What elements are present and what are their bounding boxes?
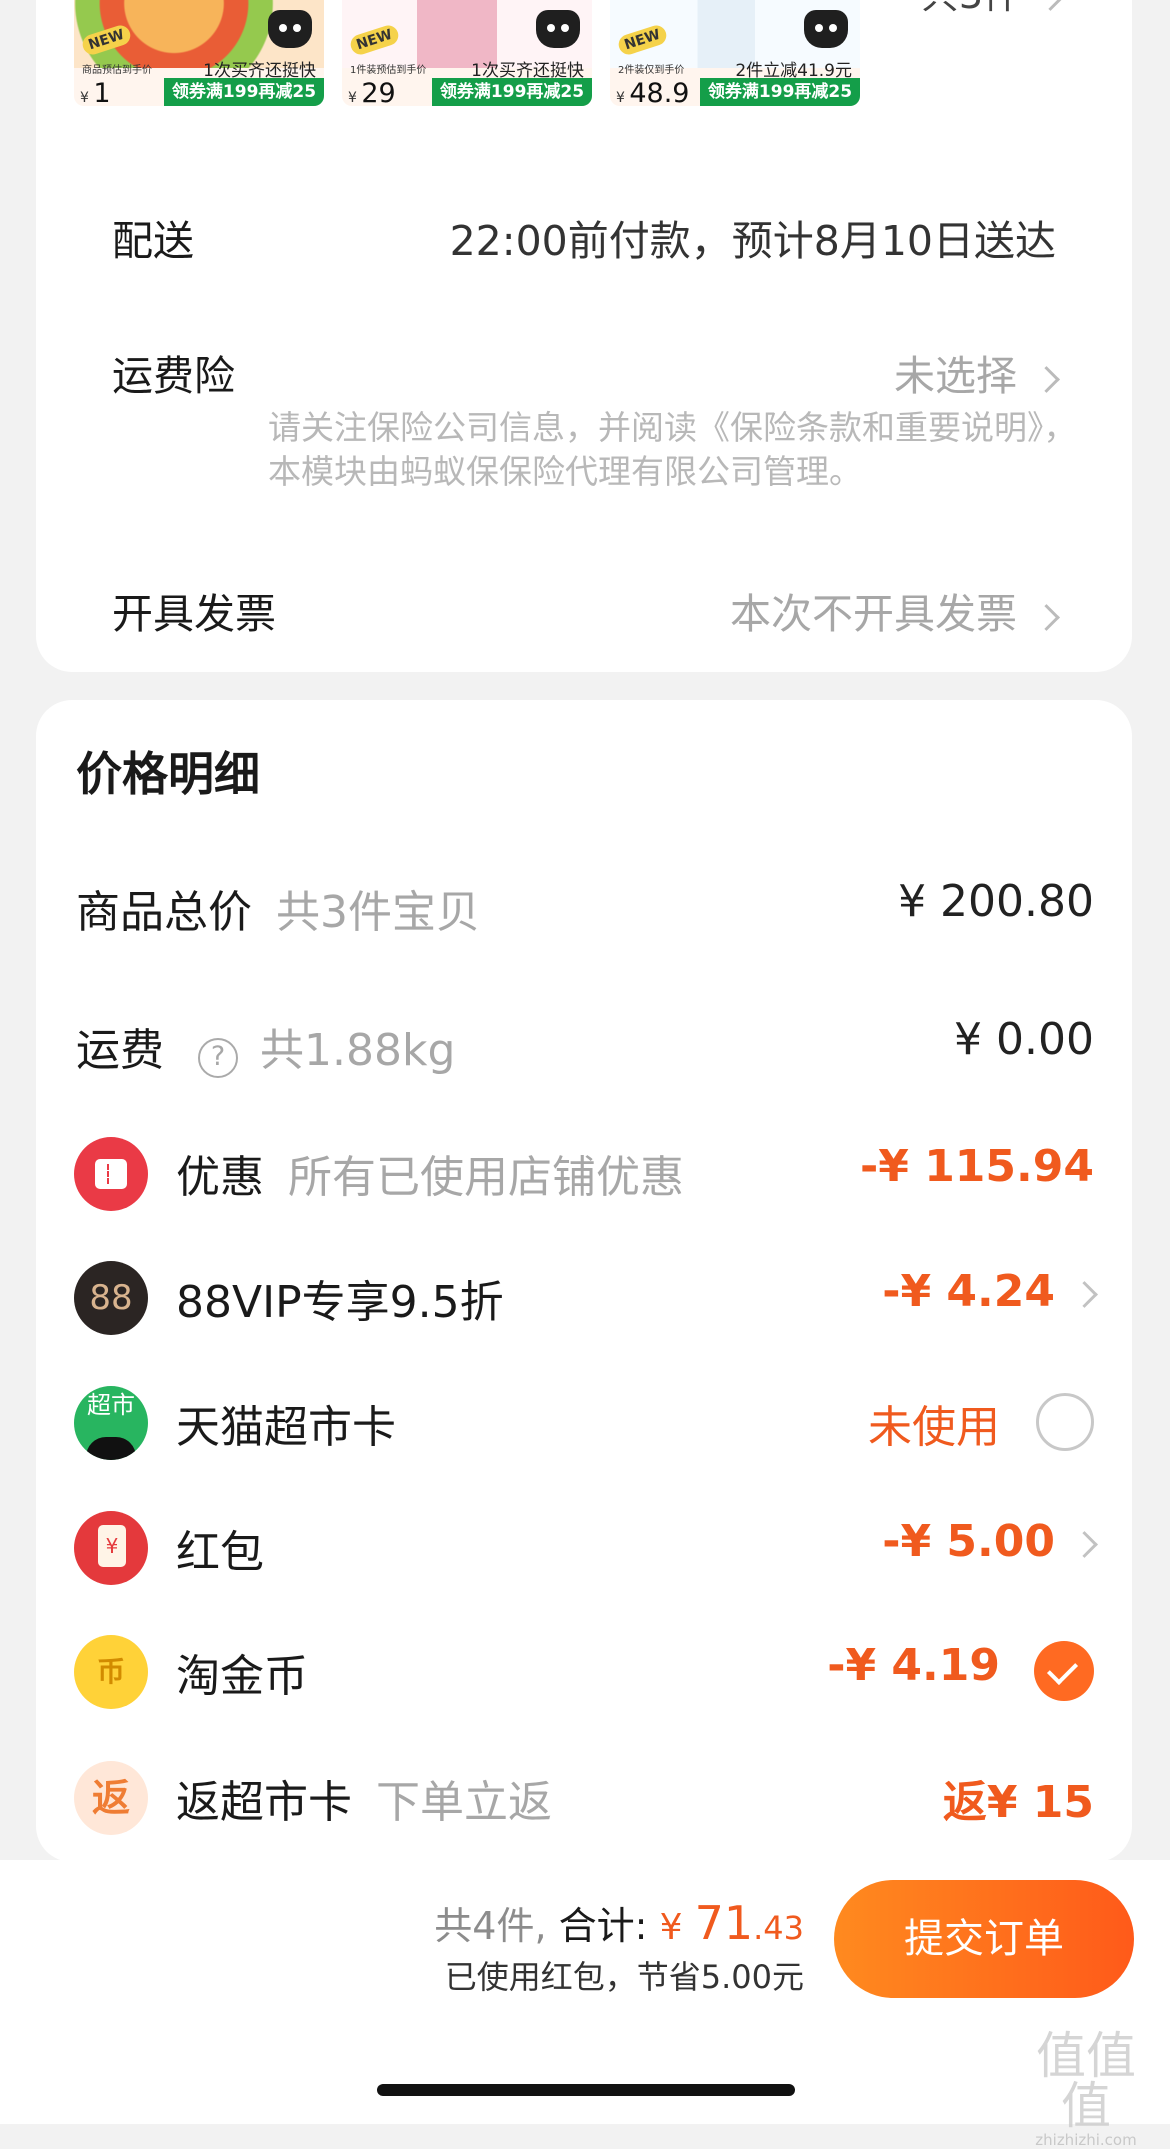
taojin-coin-label: 淘金币 bbox=[176, 1651, 308, 1702]
product-coupon: 领券满199再减25 bbox=[700, 78, 860, 106]
invoice-select[interactable]: 本次不开具发票 bbox=[730, 580, 1060, 640]
watermark: 值值值 zhizhizhi.com bbox=[1035, 2027, 1137, 2149]
shipping-insurance-select[interactable]: 未选择 bbox=[894, 342, 1060, 402]
product-thumbnail-3[interactable]: NEW 2件装仅到手价 2件立减41.9元 ¥ 48.9 领券满199再减25 bbox=[610, 0, 860, 106]
taojin-coin-icon: 币 bbox=[74, 1635, 148, 1709]
product-thumbnail-2[interactable]: NEW 1件装预估到手价 1次买齐还挺快 ¥ 29 领券满199再减25 bbox=[342, 0, 592, 106]
insurance-notice: 请关注保险公司信息，并阅读《保险条款和重要说明》，本模块由蚂蚁保保险代理有限公司… bbox=[268, 408, 1077, 491]
shipping-insurance-label: 运费险 bbox=[112, 352, 235, 400]
product-price: ¥ 29 bbox=[348, 78, 396, 106]
product-price: ¥ 1 bbox=[80, 78, 111, 106]
order-total: 共4件, 合计: ¥ 71.43 bbox=[434, 1896, 804, 1950]
saving-note: 已使用红包，节省5.00元 bbox=[444, 1958, 804, 1996]
chevron-right-icon bbox=[1071, 1280, 1098, 1308]
return-card-row: 返超市卡 下单立返 bbox=[176, 1777, 552, 1828]
product-coupon: 领券满199再减25 bbox=[432, 78, 592, 106]
invoice-label: 开具发票 bbox=[112, 590, 276, 638]
submit-order-button[interactable]: 提交订单 bbox=[834, 1880, 1134, 1998]
product-price-note: 商品预估到手价 bbox=[82, 65, 152, 76]
tmall-cat-icon bbox=[536, 10, 580, 48]
product-price: ¥ 48.9 bbox=[616, 78, 690, 106]
red-packet-label: 红包 bbox=[176, 1527, 264, 1578]
discount-row: 优惠 所有已使用店铺优惠 bbox=[176, 1152, 684, 1203]
product-thumbnail-1[interactable]: NEW 商品预估到手价 1次买齐还挺快 ¥ 1 领券满199再减25 bbox=[74, 0, 324, 106]
help-circle-icon[interactable]: ? bbox=[198, 1038, 238, 1078]
return-card-icon: 返 bbox=[74, 1761, 148, 1835]
market-card-status: 未使用 bbox=[868, 1402, 1000, 1453]
product-price-note: 2件装仅到手价 bbox=[618, 65, 685, 76]
product-count[interactable]: 共3件 bbox=[921, 0, 1064, 19]
product-price-note: 1件装预估到手价 bbox=[350, 65, 427, 76]
delivery-value: 22:00前付款，预计8月10日送达 bbox=[449, 217, 1056, 265]
order-info-card: NEW 商品预估到手价 1次买齐还挺快 ¥ 1 领券满199再减25 NEW 1… bbox=[36, 0, 1132, 672]
red-packet-icon bbox=[74, 1511, 148, 1585]
tmall-cat-icon bbox=[268, 10, 312, 48]
red-packet-amount[interactable]: -¥ 5.00 bbox=[882, 1516, 1098, 1567]
tmall-market-card-icon: 超市 bbox=[74, 1386, 148, 1460]
vip-discount-label: 88VIP专享9.5折 bbox=[176, 1277, 504, 1328]
shipping-fee-amount: ¥ 0.00 bbox=[954, 1014, 1094, 1065]
price-detail-title: 价格明细 bbox=[76, 747, 260, 801]
chevron-right-icon bbox=[1033, 365, 1060, 393]
vip-88-icon: 88 bbox=[74, 1261, 148, 1335]
delivery-label: 配送 bbox=[112, 217, 194, 265]
product-coupon: 领券满199再减25 bbox=[164, 78, 324, 106]
tmall-cat-icon bbox=[804, 10, 848, 48]
tmall-market-card-label: 天猫超市卡 bbox=[176, 1402, 396, 1453]
chevron-right-icon bbox=[1071, 1530, 1098, 1558]
shipping-fee-row: 运费 ? 共1.88kg bbox=[76, 1025, 456, 1078]
chevron-right-icon bbox=[1033, 603, 1060, 631]
taojin-coin-amount: -¥ 4.19 bbox=[827, 1640, 1000, 1691]
return-card-amount: 返¥ 15 bbox=[942, 1777, 1094, 1828]
goods-total-row: 商品总价 共3件宝贝 bbox=[76, 887, 480, 938]
coin-checked-icon[interactable] bbox=[1034, 1641, 1094, 1701]
goods-total-amount: ¥ 200.80 bbox=[898, 876, 1094, 927]
discount-amount: -¥ 115.94 bbox=[860, 1141, 1094, 1192]
coupon-icon bbox=[74, 1137, 148, 1211]
vip-discount-amount[interactable]: -¥ 4.24 bbox=[882, 1266, 1098, 1317]
home-indicator bbox=[377, 2084, 795, 2096]
market-card-radio[interactable] bbox=[1036, 1393, 1094, 1451]
